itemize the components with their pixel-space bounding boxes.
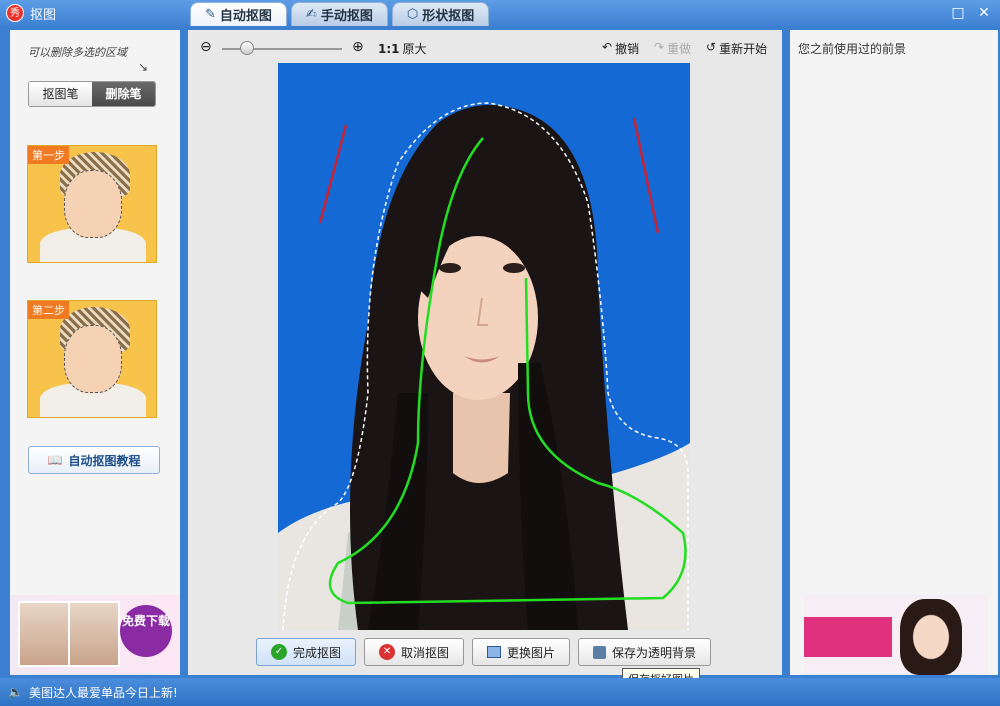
scale-label: 1:1 xyxy=(378,42,400,56)
undo-icon: ↶ xyxy=(602,40,613,54)
maximize-icon[interactable]: □ xyxy=(948,3,968,23)
right-panel: 您之前使用过的前景 xyxy=(790,30,998,675)
redo-icon: ↷ xyxy=(654,40,665,54)
action-buttons: ✓ 完成抠图 ✕ 取消抠图 更换图片 保存为透明背景 xyxy=(256,638,712,666)
cancel-label: 取消抠图 xyxy=(401,645,450,660)
delete-hint-text: 可以删除多选的区域 xyxy=(28,46,127,59)
finish-cutout-button[interactable]: ✓ 完成抠图 xyxy=(256,638,357,666)
tab-label: 形状抠图 xyxy=(422,9,475,24)
restart-icon: ↺ xyxy=(706,40,717,54)
zoom-slider-thumb[interactable] xyxy=(240,41,254,55)
window-controls: □ ✕ xyxy=(948,3,994,23)
tab-shape-cutout[interactable]: ⬡ 形状抠图 xyxy=(391,2,490,26)
ad-model-photo xyxy=(900,599,962,675)
finish-label: 完成抠图 xyxy=(293,645,342,660)
right-ad-banner[interactable] xyxy=(804,595,988,675)
zoom-out-icon[interactable]: ⊖ xyxy=(200,39,212,55)
canvas-panel: ⊖ ⊕ 1:1 原大 ↶ 撤销 ↷ 重做 ↺ 重新开始 ✓ 完成抠图 ✕ 取消抠… xyxy=(188,30,782,675)
redo-button[interactable]: ↷ 重做 xyxy=(654,40,691,57)
free-download-badge: 免费下载 xyxy=(120,605,172,657)
ad-pink-block xyxy=(804,617,892,657)
example-face xyxy=(64,325,122,393)
replace-label: 更换图片 xyxy=(507,645,556,660)
zoom-in-icon[interactable]: ⊕ xyxy=(352,39,364,55)
original-size-label: 原大 xyxy=(402,42,427,56)
undo-label: 撤销 xyxy=(615,42,640,56)
cutout-pen-button[interactable]: 抠图笔 xyxy=(29,82,92,106)
save-transparent-button[interactable]: 保存为透明背景 xyxy=(578,638,712,666)
tutorial-button[interactable]: 📖 自动抠图教程 xyxy=(28,446,160,474)
save-transparent-label: 保存为透明背景 xyxy=(612,645,697,660)
title-bar: 秀 抠图 ✎ 自动抠图 ✍ 手动抠图 ⬡ 形状抠图 □ ✕ xyxy=(0,0,1000,26)
image-icon xyxy=(487,646,502,658)
step-label: 第一步 xyxy=(28,146,69,164)
tab-manual-cutout[interactable]: ✍ 手动抠图 xyxy=(290,2,388,26)
step-one-card: 第一步 xyxy=(27,145,157,263)
tab-auto-cutout[interactable]: ✎ 自动抠图 xyxy=(190,2,287,26)
canvas-toolbar: ⊖ ⊕ 1:1 原大 ↶ 撤销 ↷ 重做 ↺ 重新开始 xyxy=(188,30,782,64)
example-face xyxy=(64,170,122,238)
redo-label: 重做 xyxy=(667,42,692,56)
hand-brush-icon: ✍ xyxy=(305,7,317,22)
step-label: 第二步 xyxy=(28,301,69,319)
check-icon: ✓ xyxy=(271,644,287,660)
original-size-button[interactable]: 1:1 原大 xyxy=(378,40,427,57)
app-logo-icon: 秀 xyxy=(6,4,24,22)
tab-label: 自动抠图 xyxy=(219,9,272,24)
close-icon[interactable]: ✕ xyxy=(974,3,994,23)
undo-button[interactable]: ↶ 撤销 xyxy=(602,40,639,57)
cutout-canvas[interactable] xyxy=(278,63,690,630)
portrait-illustration xyxy=(278,102,690,630)
save-icon xyxy=(593,645,607,659)
status-bar: 🔈 美图达人最爱单品今日上新! xyxy=(0,678,1000,706)
window-title: 抠图 xyxy=(30,8,57,23)
mode-tabs: ✎ 自动抠图 ✍ 手动抠图 ⬡ 形状抠图 xyxy=(190,2,490,26)
shape-icon: ⬡ xyxy=(406,7,419,22)
restart-button[interactable]: ↺ 重新开始 xyxy=(706,40,767,57)
recent-foregrounds-title: 您之前使用过的前景 xyxy=(798,42,907,56)
left-panel: 可以删除多选的区域 ↘ 抠图笔 删除笔 第一步 第二步 📖 自动抠图教程 免费下… xyxy=(10,30,180,675)
speaker-icon: 🔈 xyxy=(8,685,23,699)
replace-image-button[interactable]: 更换图片 xyxy=(472,638,571,666)
book-icon: 📖 xyxy=(47,453,63,467)
cancel-cutout-button[interactable]: ✕ 取消抠图 xyxy=(364,638,465,666)
brush-icon: ✎ xyxy=(205,7,216,22)
left-ad-banner[interactable]: 免费下载 xyxy=(10,595,180,675)
delete-pen-button[interactable]: 删除笔 xyxy=(92,82,155,106)
tab-label: 手动抠图 xyxy=(320,9,373,24)
step-two-card: 第二步 xyxy=(27,300,157,418)
pen-toggle: 抠图笔 删除笔 xyxy=(28,81,156,107)
tutorial-label: 自动抠图教程 xyxy=(68,453,141,468)
status-text[interactable]: 美图达人最爱单品今日上新! xyxy=(29,684,178,701)
cancel-icon: ✕ xyxy=(379,644,396,660)
ad-photo xyxy=(68,601,120,667)
ad-photo xyxy=(18,601,70,667)
restart-label: 重新开始 xyxy=(719,42,768,56)
curved-arrow-icon: ↘ xyxy=(138,60,149,74)
